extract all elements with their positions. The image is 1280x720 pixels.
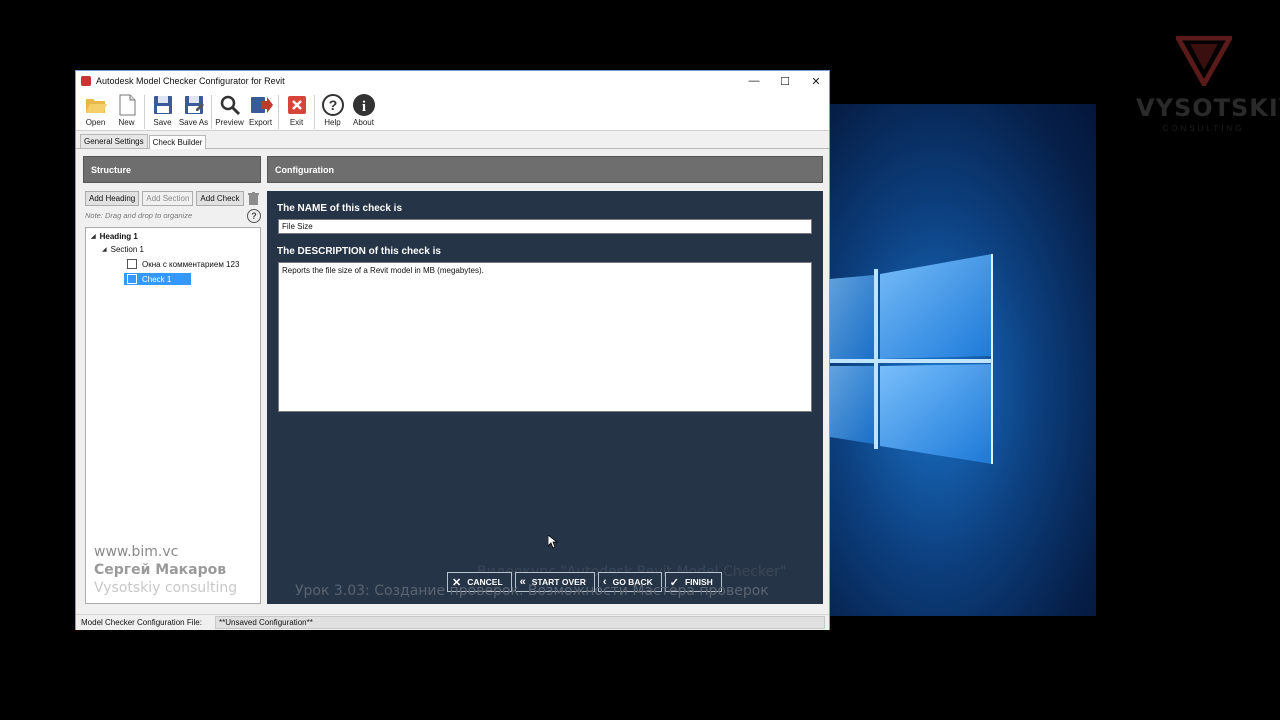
tab-general-settings[interactable]: General Settings xyxy=(80,134,148,148)
svg-text:i: i xyxy=(361,99,365,115)
logo-subtitle: CONSULTING xyxy=(1162,124,1245,133)
configuration-body: The NAME of this check is File Size The … xyxy=(267,191,823,604)
toolbar-separator xyxy=(278,95,279,129)
description-label: The DESCRIPTION of this check is xyxy=(277,246,441,257)
tab-strip: General Settings Check Builder xyxy=(76,134,829,149)
desktop-wallpaper xyxy=(830,104,1096,616)
app-window: Autodesk Model Checker Configurator for … xyxy=(75,70,830,630)
title-bar: Autodesk Model Checker Configurator for … xyxy=(76,71,829,91)
preview-button[interactable]: Preview xyxy=(214,93,245,127)
close-button[interactable]: ✕ xyxy=(801,71,831,91)
about-label: About xyxy=(353,118,374,127)
drag-drop-note: Note: Drag and drop to organize xyxy=(85,211,193,220)
structure-panel: Structure Add Heading Add Section Add Ch… xyxy=(83,156,261,604)
tree-check-item[interactable]: Окна с комментарием 123 xyxy=(127,259,239,269)
new-label: New xyxy=(118,118,135,127)
exit-icon xyxy=(287,96,306,114)
logo-name: VYSOTSKIY xyxy=(1136,94,1280,122)
check-name-input[interactable]: File Size xyxy=(278,219,812,234)
open-button[interactable]: Open xyxy=(80,93,111,127)
save-as-icon xyxy=(184,96,204,114)
tree-check-item-selected[interactable]: Check 1 xyxy=(124,273,192,285)
save-as-button[interactable]: Save As xyxy=(178,93,209,127)
maximize-button[interactable]: ☐ xyxy=(770,71,800,91)
status-bar: Model Checker Configuration File: **Unsa… xyxy=(76,614,829,630)
help-icon[interactable]: ? xyxy=(247,209,261,223)
name-label: The NAME of this check is xyxy=(277,203,403,214)
structure-buttons: Add Heading Add Section Add Check xyxy=(85,191,261,206)
new-button[interactable]: New xyxy=(111,93,142,127)
save-label: Save xyxy=(153,118,172,127)
trash-icon[interactable] xyxy=(247,191,261,206)
minimize-button[interactable]: — xyxy=(739,71,769,91)
tree-heading-1[interactable]: ◢ Heading 1 xyxy=(91,232,138,241)
tree-section-1[interactable]: ◢ Section 1 xyxy=(102,245,144,254)
add-check-button[interactable]: Add Check xyxy=(196,191,244,206)
tree-heading-label: Heading 1 xyxy=(99,232,138,241)
expand-triangle-icon[interactable]: ◢ xyxy=(102,246,107,253)
export-label: Export xyxy=(248,118,273,127)
open-label: Open xyxy=(85,118,106,127)
question-mark-icon: ? xyxy=(321,94,344,116)
screen: VYSOTSKIY CONSULTING Autodesk Model Chec… xyxy=(0,0,1280,720)
floppy-disk-icon xyxy=(153,96,172,114)
toolbar-separator xyxy=(144,95,145,129)
add-section-button[interactable]: Add Section xyxy=(142,191,194,206)
configuration-panel: Configuration The NAME of this check is … xyxy=(267,156,823,604)
mouse-cursor-icon xyxy=(548,535,558,549)
tree-item-label: Check 1 xyxy=(142,274,172,284)
tab-check-builder[interactable]: Check Builder xyxy=(148,135,207,149)
window-title: Autodesk Model Checker Configurator for … xyxy=(96,76,285,86)
add-heading-button[interactable]: Add Heading xyxy=(85,191,140,206)
about-button[interactable]: i About xyxy=(348,93,379,127)
preview-label: Preview xyxy=(215,118,244,127)
export-icon xyxy=(250,97,273,113)
check-description-textarea[interactable]: Reports the file size of a Revit model i… xyxy=(278,262,812,412)
config-file-value: **Unsaved Configuration** xyxy=(215,616,825,629)
overlay-author: Сергей Макаров xyxy=(94,562,227,578)
vysotskiy-logo: VYSOTSKIY CONSULTING xyxy=(1136,36,1280,136)
expand-triangle-icon[interactable]: ◢ xyxy=(91,233,96,240)
save-as-label: Save As xyxy=(178,118,209,127)
overlay-site: www.bim.vc xyxy=(94,544,179,560)
info-icon: i xyxy=(352,94,375,116)
toolbar-separator xyxy=(314,95,315,129)
new-file-icon xyxy=(119,94,135,116)
export-button[interactable]: Export xyxy=(245,93,276,127)
tree-section-label: Section 1 xyxy=(110,245,144,254)
svg-text:?: ? xyxy=(328,97,337,113)
magnifier-icon xyxy=(220,95,240,116)
folder-open-icon xyxy=(85,99,107,113)
configuration-header: Configuration xyxy=(267,156,823,183)
tree-item-label: Окна с комментарием 123 xyxy=(142,259,240,269)
check-node-icon xyxy=(127,259,137,269)
logo-v-icon xyxy=(1176,36,1232,86)
help-button[interactable]: ? Help xyxy=(317,93,348,127)
structure-header: Structure xyxy=(83,156,261,183)
toolbar-separator xyxy=(211,95,212,129)
check-node-icon xyxy=(127,274,137,284)
toolbar: Open New Save Save As Preview Export Exi… xyxy=(76,91,829,131)
windows-logo-wallpaper xyxy=(830,254,993,464)
exit-button[interactable]: Exit xyxy=(281,93,312,127)
overlay-lesson-title: Урок 3.03: Создание проверок. Возможност… xyxy=(295,583,769,599)
help-label: Help xyxy=(324,118,341,127)
overlay-company: Vysotskiy consulting xyxy=(94,580,238,596)
structure-tree: ◢ Heading 1 ◢ Section 1 Окна с комментар… xyxy=(85,227,261,604)
save-button[interactable]: Save xyxy=(147,93,178,127)
config-file-label: Model Checker Configuration File: xyxy=(81,618,202,627)
app-icon xyxy=(81,76,91,86)
exit-label: Exit xyxy=(289,118,304,127)
